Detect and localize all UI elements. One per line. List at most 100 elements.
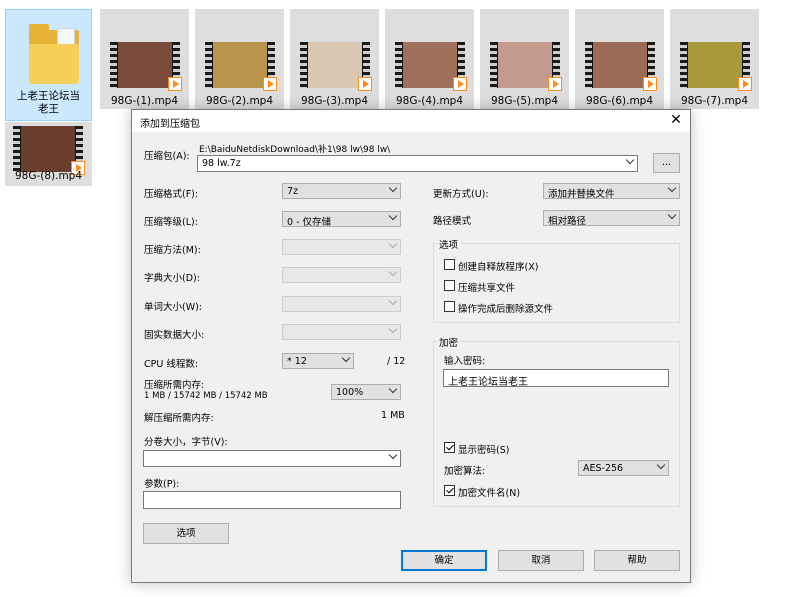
dict-label: 字典大小(D): [144,273,200,284]
video-thumbnail-icon [680,42,752,91]
level-select[interactable]: 0 - 仅存储 [282,211,401,228]
show-password-checkbox[interactable] [444,442,455,453]
path-mode-label: 路径模式 [433,216,472,227]
close-icon[interactable]: ✕ [668,112,684,128]
update-select[interactable]: 添加并替换文件 [543,183,680,200]
chevron-down-icon [669,214,675,220]
dialog-title: 添加到压缩包 [140,119,200,130]
file-tile-video[interactable]: 98G-(2).mp4 [195,9,284,109]
split-select[interactable] [143,450,401,467]
password-input[interactable]: 上老王论坛当老王 [443,369,669,388]
file-tile-video[interactable]: 98G-(6).mp4 [575,9,664,109]
level-label: 压缩等级(L): [144,217,198,228]
archive-label: 压缩包(A): [144,151,190,162]
file-name: 98G-(3).mp4 [300,95,369,107]
file-name: 上老王论坛当老王 [17,90,80,115]
params-label: 参数(P): [144,479,180,490]
file-name: 98G-(5).mp4 [490,95,559,107]
chevron-down-icon [669,187,675,193]
solid-select[interactable] [282,324,401,340]
file-tile-folder[interactable]: 上老王论坛当老王 [5,9,92,121]
mem-label: 压缩所需内存: [144,380,205,391]
video-thumbnail-icon [395,42,467,91]
file-name: 98G-(8).mp4 [14,170,83,182]
solid-label: 固实数据大小: [144,330,205,341]
dialog-titlebar: 添加到压缩包 ✕ [132,110,690,132]
file-name: 98G-(2).mp4 [205,95,274,107]
video-thumbnail-icon [205,42,277,91]
cpu-value: * 12 [287,356,307,367]
chevron-down-icon [390,271,396,277]
split-label: 分卷大小，字节(V): [144,437,228,448]
chevron-down-icon [343,357,349,363]
file-tile-video[interactable]: 98G-(3).mp4 [290,9,379,109]
video-thumbnail-icon [110,42,182,91]
options-group-label: 选项 [437,237,461,251]
password-label: 输入密码: [444,356,486,367]
file-tile-video[interactable]: 98G-(5).mp4 [480,9,569,109]
encrypt-names-label: 加密文件名(N) [458,488,521,499]
file-tile-video[interactable]: 98G-(4).mp4 [385,9,474,109]
chevron-down-icon [390,215,396,221]
options-button[interactable]: 选项 [143,523,229,544]
word-label: 单词大小(W): [144,302,203,313]
format-label: 压缩格式(F): [144,189,199,200]
format-value: 7z [287,186,299,197]
chevron-down-icon [627,159,633,165]
shared-checkbox[interactable] [444,280,455,291]
demem-label: 解压缩所需内存: [144,413,214,424]
update-value: 添加并替换文件 [548,189,615,200]
browse-button[interactable]: ... [653,153,680,173]
video-thumbnail-icon [585,42,657,91]
delete-source-checkbox[interactable] [444,301,455,312]
video-thumbnail-icon [13,126,85,175]
mem-percent-value: 100% [336,387,364,398]
chevron-down-icon [390,328,396,334]
encryption-group-label: 加密 [437,335,461,349]
encryption-method-value: AES-256 [583,463,624,474]
file-name: 98G-(1).mp4 [110,95,179,107]
chevron-down-icon [390,300,396,306]
chevron-down-icon [390,454,396,460]
update-label: 更新方式(U): [433,189,489,200]
archive-name-combo[interactable]: 98 lw.7z [197,155,638,172]
file-tile-video[interactable]: 98G-(7).mp4 [670,9,759,109]
file-tile-video[interactable]: 98G-(1).mp4 [100,9,189,109]
dict-select[interactable] [282,267,401,283]
method-label: 压缩方法(M): [144,245,201,256]
sfx-checkbox[interactable] [444,259,455,270]
cpu-select[interactable]: * 12 [282,353,354,369]
encrypt-names-checkbox[interactable] [444,485,455,496]
ok-button[interactable]: 确定 [401,550,487,571]
params-input[interactable] [143,491,401,509]
cpu-total: / 12 [387,356,406,367]
shared-label: 压缩共享文件 [458,283,516,294]
path-mode-value: 相对路径 [548,216,587,227]
password-value: 上老王论坛当老王 [448,377,528,388]
encryption-method-select[interactable]: AES-256 [578,460,669,476]
method-select[interactable] [282,239,401,255]
file-name: 98G-(7).mp4 [680,95,749,107]
demem-value: 1 MB [381,410,405,421]
cancel-button[interactable]: 取消 [498,550,584,571]
video-thumbnail-icon [300,42,372,91]
help-button[interactable]: 帮助 [594,550,680,571]
cpu-label: CPU 线程数: [144,359,199,370]
word-select[interactable] [282,296,401,312]
video-thumbnail-icon [490,42,562,91]
archive-name-value: 98 lw.7z [202,158,241,169]
encryption-method-label: 加密算法: [444,466,486,477]
mem-detail: 1 MB / 15742 MB / 15742 MB [144,391,268,401]
sfx-label: 创建自释放程序(X) [458,262,539,273]
archive-path: E:\BaiduNetdiskDownload\补1\98 lw\98 lw\ [199,145,391,155]
chevron-down-icon [390,187,396,193]
folder-icon [29,22,79,84]
format-select[interactable]: 7z [282,183,401,199]
mem-percent-select[interactable]: 100% [331,384,401,400]
level-value: 0 - 仅存储 [287,217,332,228]
path-mode-select[interactable]: 相对路径 [543,210,680,227]
chevron-down-icon [390,388,396,394]
file-tile-video[interactable]: 98G-(8).mp4 [5,122,92,186]
add-to-archive-dialog: 添加到压缩包 ✕ 压缩包(A): E:\BaiduNetdiskDownload… [131,109,691,583]
show-password-label: 显示密码(S) [458,445,510,456]
